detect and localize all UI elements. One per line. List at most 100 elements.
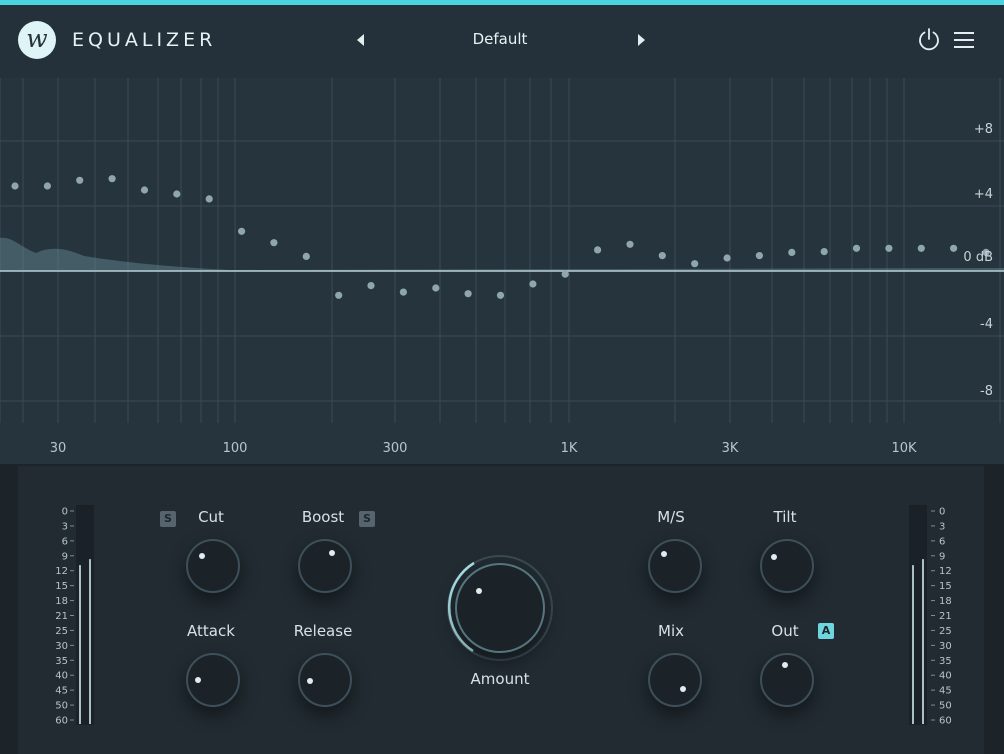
meter-scale-label: 60: [55, 716, 68, 727]
band-dot[interactable]: [885, 244, 893, 252]
band-dot[interactable]: [76, 176, 84, 184]
freq-label: 1K: [561, 441, 578, 456]
band-dot[interactable]: [496, 291, 505, 299]
db-label: +4: [974, 187, 993, 202]
db-label: -4: [980, 317, 993, 332]
db-label: -8: [980, 384, 993, 399]
amount-knob[interactable]: [455, 563, 545, 653]
band-dot[interactable]: [140, 186, 149, 194]
knob-indicator: [199, 553, 205, 559]
boost-knob[interactable]: [298, 539, 352, 593]
meter-scale-label: 30: [55, 641, 68, 652]
meter-scale-label: 40: [939, 671, 952, 682]
meter-scale-label: 50: [55, 701, 68, 712]
band-dot[interactable]: [43, 182, 52, 190]
prev-preset-icon[interactable]: [357, 34, 364, 46]
knob-indicator: [476, 588, 482, 594]
band-dot[interactable]: [238, 227, 246, 235]
band-dot[interactable]: [108, 175, 116, 183]
band-dot[interactable]: [788, 248, 796, 256]
knob-indicator: [680, 686, 686, 692]
meter-scale-label: 40: [55, 671, 68, 682]
band-dot[interactable]: [723, 254, 731, 262]
meter-scale-label: 45: [939, 686, 952, 697]
ms-knob[interactable]: [648, 539, 702, 593]
boost-label: Boost: [301, 508, 345, 526]
meter-scale-label: 9: [62, 551, 68, 562]
knob-indicator: [771, 554, 777, 560]
freq-label: 10K: [891, 441, 917, 456]
release-knob[interactable]: [298, 653, 352, 707]
meter-scale-label: 0: [62, 507, 68, 518]
ms-label: M/S: [657, 508, 685, 526]
band-dot[interactable]: [658, 252, 666, 260]
db-labels: +8 +4 0 dB -4 -8: [963, 122, 993, 399]
meter-scale-label: 6: [62, 536, 68, 547]
next-preset-icon[interactable]: [638, 34, 645, 46]
band-dot[interactable]: [11, 182, 19, 190]
mix-knob[interactable]: [648, 653, 702, 707]
band-dot[interactable]: [432, 284, 440, 292]
knob-indicator: [195, 677, 201, 683]
meter-scale-label: 15: [939, 581, 952, 592]
attack-label: Attack: [187, 622, 235, 640]
knob-indicator: [307, 678, 313, 684]
meter-scale-label: 25: [55, 626, 68, 637]
band-dot[interactable]: [464, 290, 472, 298]
meter-scale-label: 30: [939, 641, 952, 652]
meter-scale-label: 12: [939, 566, 952, 577]
meter-track: [76, 505, 94, 725]
band-dot[interactable]: [399, 288, 407, 296]
band-dot[interactable]: [950, 244, 958, 252]
band-dot[interactable]: [691, 260, 699, 268]
band-dot[interactable]: [205, 195, 213, 203]
attack-knob[interactable]: [186, 653, 240, 707]
meter-scale-label: 21: [55, 611, 68, 622]
output-meter: 0 3 6 9 12 15 18 21 25 30 35 40 45 50 60: [909, 505, 952, 727]
boost-solo-button[interactable]: S: [359, 511, 375, 527]
input-meter: 0 3 6 9 12 15 18 21 25 30 35 40 45 50 60: [55, 505, 94, 727]
tilt-label: Tilt: [773, 508, 797, 526]
freq-label: 100: [223, 441, 248, 456]
band-dot[interactable]: [270, 239, 278, 247]
band-dot[interactable]: [594, 246, 602, 254]
header-bar: w EQUALIZER Default: [0, 5, 1004, 79]
band-dot[interactable]: [335, 291, 343, 299]
freq-label: 300: [383, 441, 408, 456]
release-label: Release: [293, 622, 353, 640]
cut-label: Cut: [198, 508, 224, 526]
menu-icon[interactable]: [952, 30, 976, 50]
band-dot[interactable]: [529, 280, 537, 288]
auto-gain-button[interactable]: A: [818, 623, 834, 639]
preset-name[interactable]: Default: [420, 30, 580, 48]
band-dot[interactable]: [820, 248, 828, 256]
band-dot[interactable]: [561, 270, 569, 278]
band-dot[interactable]: [755, 252, 764, 260]
meter-scale-label: 0: [939, 507, 945, 518]
logo-letter: w: [26, 24, 48, 53]
cut-solo-button[interactable]: S: [160, 511, 176, 527]
db-label: 0 dB: [963, 250, 993, 265]
spectrum-fill: [0, 237, 1004, 271]
band-dot[interactable]: [626, 240, 634, 248]
tilt-knob[interactable]: [760, 539, 814, 593]
eq-graph[interactable]: +8 +4 0 dB -4 -8 30 100 300 1K 3K 10K: [0, 78, 1004, 464]
band-dot[interactable]: [302, 252, 310, 260]
eq-grid: [0, 78, 1004, 423]
plugin-title: EQUALIZER: [72, 29, 217, 51]
mix-label: Mix: [658, 622, 684, 640]
power-icon[interactable]: [917, 27, 941, 51]
meter-scale-label: 18: [939, 596, 952, 607]
band-dot[interactable]: [173, 190, 181, 198]
band-dot[interactable]: [852, 244, 861, 252]
meter-scale-label: 35: [55, 656, 68, 667]
out-knob[interactable]: [760, 653, 814, 707]
cut-knob[interactable]: [186, 539, 240, 593]
brand-logo: w: [18, 21, 56, 59]
meter-scale-label: 60: [939, 716, 952, 727]
band-dot[interactable]: [917, 244, 925, 252]
band-dot[interactable]: [367, 282, 375, 290]
meter-scale-label: 50: [939, 701, 952, 712]
knob-indicator: [661, 551, 667, 557]
meter-scale-label: 12: [55, 566, 68, 577]
